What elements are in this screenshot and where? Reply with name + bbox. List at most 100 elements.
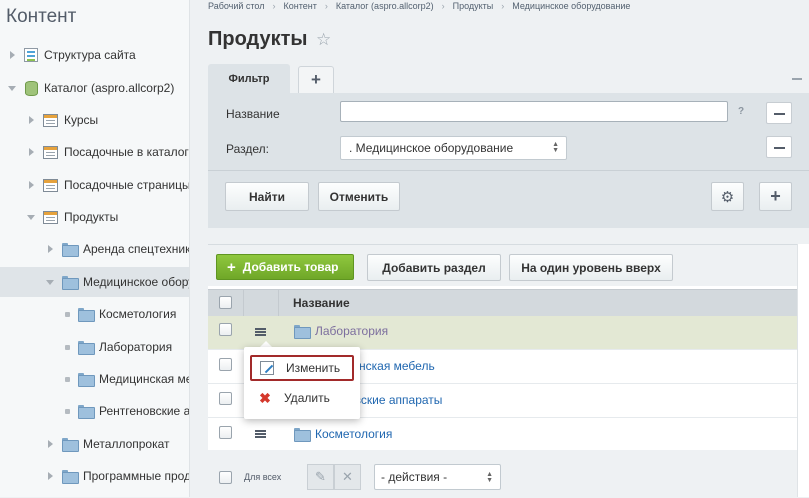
breadcrumb-item[interactable]: Каталог (aspro.allcorp2) [336, 1, 434, 11]
row-checkbox[interactable] [219, 392, 232, 405]
chevron-right-icon[interactable] [46, 440, 54, 448]
add-field-button[interactable]: + [759, 182, 792, 211]
filter-panel: Название ? Раздел: . Медицинское оборудо… [208, 93, 809, 228]
chevron-right-icon[interactable] [27, 116, 35, 124]
row-menu-icon[interactable] [255, 328, 266, 330]
row-name-link[interactable]: Косметология [315, 427, 392, 441]
delete-selected-button[interactable]: ✕ [334, 464, 361, 490]
chevron-down-icon[interactable] [27, 213, 35, 221]
chevron-right-icon[interactable] [8, 51, 16, 59]
grid-header: Название [208, 289, 809, 316]
tab-filter[interactable]: Фильтр [208, 64, 290, 93]
breadcrumb-item[interactable]: Рабочий стол [208, 1, 265, 11]
select-all-checkbox[interactable] [219, 296, 232, 309]
main-content: Рабочий стол › Контент › Каталог (aspro.allc… [191, 0, 809, 498]
chevron-right-icon[interactable] [27, 148, 35, 156]
row-checkbox[interactable] [219, 323, 232, 336]
close-icon: ✕ [342, 469, 353, 484]
add-product-label: Добавить товар [242, 260, 339, 274]
row-name-link[interactable]: нская мебель [359, 359, 435, 373]
chevron-down-icon[interactable] [8, 84, 16, 92]
sidebar-item-label: Посадочные страницы [64, 178, 190, 192]
section-select-value: . Медицинское оборудование [349, 141, 514, 155]
breadcrumb-item[interactable]: Контент [284, 1, 317, 11]
page-title: Продукты [208, 28, 308, 50]
sidebar-item-catalog[interactable]: Каталог (aspro.allcorp2) [0, 73, 189, 103]
table-row[interactable]: Косметология [208, 418, 809, 452]
infoblock-icon [43, 145, 58, 159]
sidebar-item-label: Косметология [99, 307, 177, 321]
sidebar-item-label: Медицинское оборудование [83, 275, 189, 289]
sidebar-item-label: Посадочные в каталоге [64, 145, 190, 159]
help-icon[interactable]: ? [738, 106, 744, 117]
folder-icon [62, 438, 79, 452]
context-delete-item[interactable]: ✖ Удалить [250, 385, 354, 411]
find-button[interactable]: Найти [225, 182, 309, 211]
chevron-right-icon[interactable] [46, 245, 54, 253]
add-section-button[interactable]: Добавить раздел [367, 254, 501, 281]
row-checkbox[interactable] [219, 358, 232, 371]
level-up-button[interactable]: На один уровень вверх [509, 254, 673, 281]
column-separator [278, 290, 279, 316]
filter-settings-button[interactable]: ⚙ [711, 182, 744, 211]
chevron-right-icon[interactable] [27, 181, 35, 189]
sidebar-item-products[interactable]: Продукты [0, 202, 189, 232]
sidebar-item-label: Курсы [64, 113, 99, 127]
sidebar-item-landing-pages[interactable]: Посадочные страницы [0, 170, 190, 200]
bullet-icon [65, 376, 70, 382]
add-filter-tab-button[interactable]: + [298, 66, 334, 93]
sidebar-item-site-structure[interactable]: Структура сайта [0, 40, 189, 70]
row-checkbox[interactable] [219, 426, 232, 439]
breadcrumb-item[interactable]: Медицинское оборудование [512, 1, 630, 11]
sidebar-item-equipment-rental[interactable]: Аренда спецтехники [0, 234, 189, 264]
for-all-checkbox[interactable] [219, 471, 232, 484]
grid-footer: Для всех ✎ ✕ - действия - ▲ ▼ [208, 450, 809, 498]
edit-selected-button[interactable]: ✎ [307, 464, 334, 490]
for-all-label: Для всех [244, 472, 282, 482]
breadcrumb-separator-icon: › [501, 1, 505, 11]
add-product-button[interactable]: + Добавить товар [216, 254, 354, 280]
chevron-down-icon[interactable] [46, 278, 54, 286]
sidebar-item-xray[interactable]: Рентгеновские аппараты [0, 396, 190, 426]
plus-icon: + [227, 258, 236, 276]
delete-icon: ✖ [259, 390, 271, 406]
folder-icon [78, 373, 95, 387]
breadcrumb-separator-icon: › [441, 1, 445, 11]
row-name-link[interactable]: Лаборатория [315, 324, 388, 338]
context-edit-item[interactable]: Изменить [250, 355, 354, 381]
sidebar-item-software[interactable]: Программные продукты [0, 461, 189, 491]
sidebar-item-label: Рентгеновские аппараты [99, 404, 190, 418]
folder-icon [78, 405, 95, 419]
sidebar-item-landing-catalog[interactable]: Посадочные в каталоге [0, 137, 190, 167]
breadcrumb: Рабочий стол › Контент › Каталог (aspro.allc… [208, 1, 630, 11]
sidebar-item-medical-furniture[interactable]: Медицинская мебель [0, 364, 189, 394]
breadcrumb-separator-icon: › [272, 1, 276, 11]
star-icon[interactable]: ☆ [316, 30, 331, 50]
select-arrows-icon: ▲ ▼ [486, 471, 493, 484]
sidebar-item-courses[interactable]: Курсы [0, 105, 189, 135]
collapse-icon[interactable] [792, 78, 802, 80]
context-edit-label: Изменить [286, 361, 341, 375]
chevron-right-icon[interactable] [46, 472, 54, 480]
row-name-link[interactable]: овские аппараты [348, 393, 442, 407]
infoblock-icon [43, 113, 58, 127]
table-row[interactable]: Лаборатория [208, 316, 809, 350]
section-select[interactable]: . Медицинское оборудование ▲ ▼ [340, 136, 567, 160]
sidebar-item-label: Каталог (aspro.allcorp2) [44, 81, 175, 95]
cancel-button[interactable]: Отменить [318, 182, 400, 211]
sidebar-item-medical-equipment[interactable]: Медицинское оборудование [0, 267, 189, 297]
sidebar-item-label: Структура сайта [44, 48, 136, 62]
scroll-edge [797, 244, 809, 497]
remove-name-field-button[interactable] [766, 102, 792, 124]
breadcrumb-item[interactable]: Продукты [453, 1, 494, 11]
column-name-header[interactable]: Название [293, 296, 350, 310]
folder-icon [78, 308, 95, 322]
sidebar-item-metal[interactable]: Металлопрокат [0, 429, 189, 459]
remove-section-field-button[interactable] [766, 136, 792, 158]
name-input[interactable] [340, 101, 728, 122]
sidebar-item-label: Металлопрокат [83, 437, 170, 451]
sidebar-item-cosmetology[interactable]: Косметология [0, 299, 189, 329]
sidebar-item-laboratory[interactable]: Лаборатория [0, 332, 189, 362]
row-menu-icon[interactable] [255, 430, 266, 432]
actions-select[interactable]: - действия - ▲ ▼ [374, 464, 501, 490]
